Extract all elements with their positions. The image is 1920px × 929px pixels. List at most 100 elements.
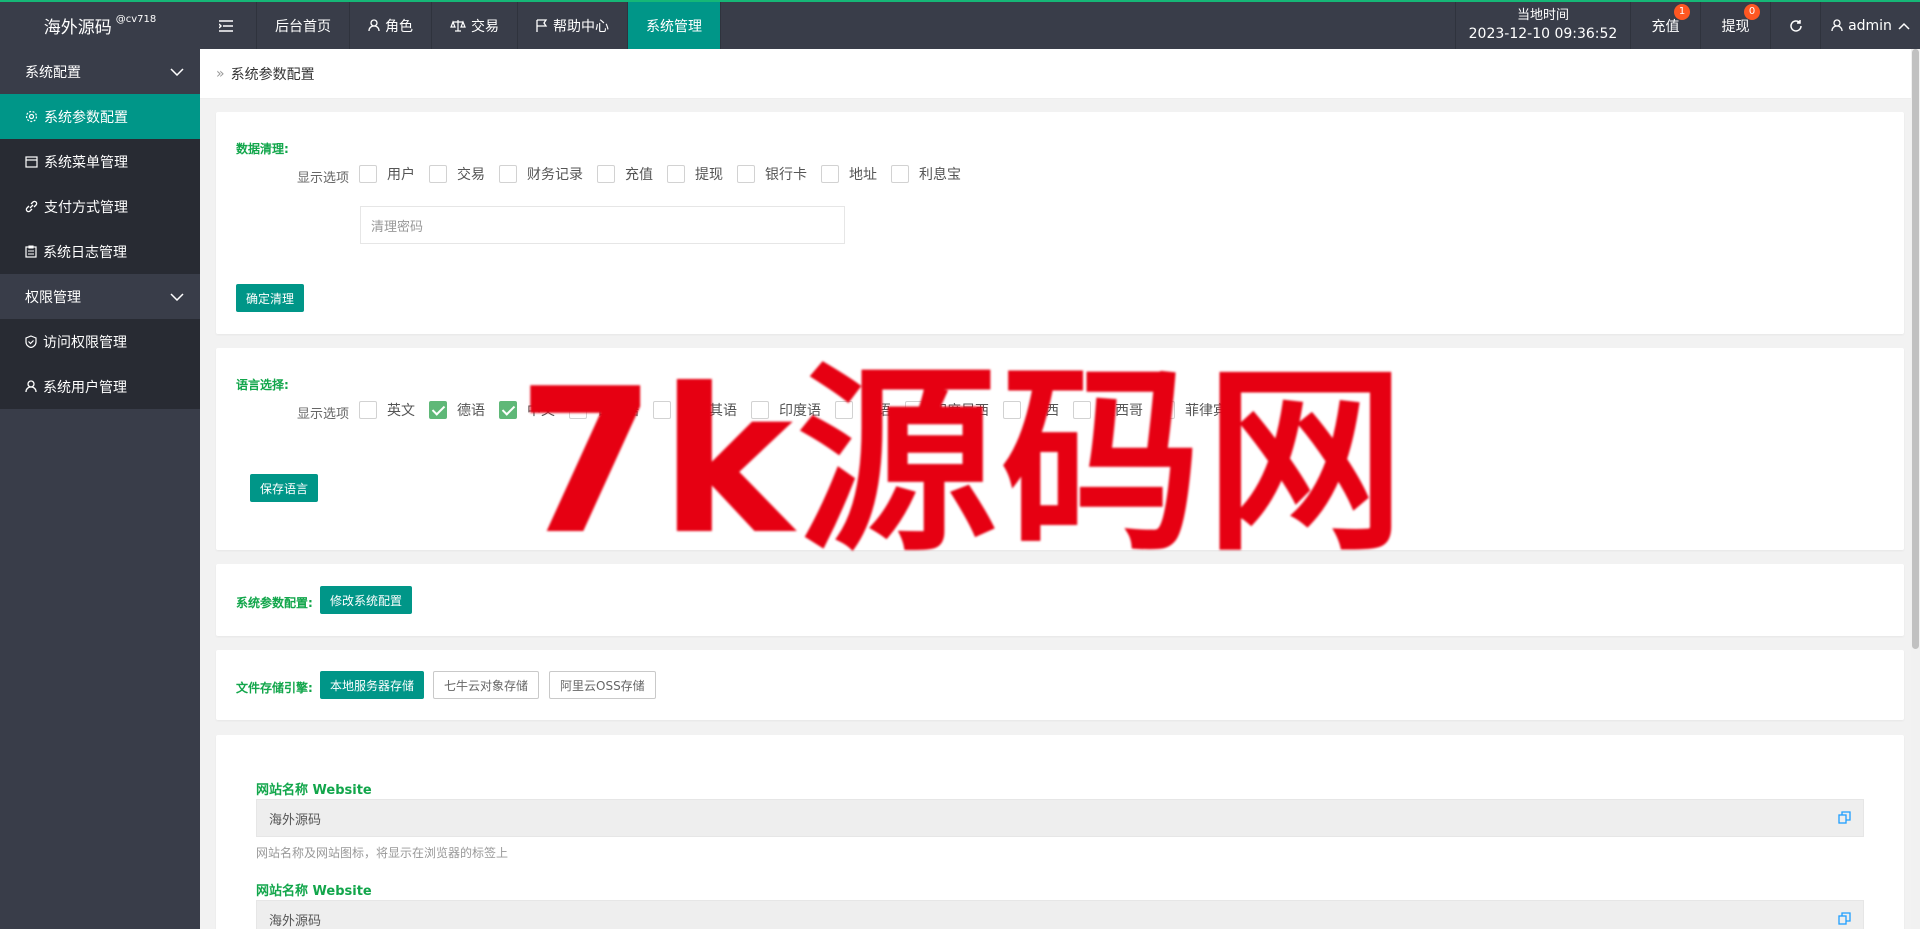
menu-toggle-button[interactable]	[200, 2, 257, 49]
nav-system[interactable]: 系统管理	[628, 2, 721, 49]
clean-password-placeholder: 清理密码	[371, 219, 424, 235]
user-icon	[368, 19, 380, 32]
chevron-up-icon	[1898, 22, 1910, 30]
logo-text: 海外源码	[43, 18, 112, 38]
sidebar-group-permissions[interactable]: 权限管理	[0, 274, 200, 319]
top-bar: 海外源码 @cv718 后台首页 角色 交易 帮助中心 系统管理 当地时间 20…	[0, 0, 1920, 49]
flag-icon	[536, 19, 548, 32]
checkbox-box[interactable]	[667, 165, 685, 183]
sidebar-item-menus[interactable]: 系统菜单管理	[0, 139, 200, 184]
checkbox-trade[interactable]: 交易	[429, 164, 485, 184]
checkbox-withdraw[interactable]: 提现	[667, 164, 723, 184]
logo[interactable]: 海外源码 @cv718	[0, 2, 200, 49]
checkbox-user[interactable]: 用户	[359, 164, 415, 184]
double-chevron-right-icon: »	[216, 65, 225, 82]
language-checkbox[interactable]: 菲律宾	[1157, 400, 1227, 420]
checkbox-address[interactable]: 地址	[821, 164, 877, 184]
website-name-field-2[interactable]: 海外源码	[256, 900, 1864, 929]
user-icon	[25, 380, 37, 393]
copy-icon[interactable]	[1838, 811, 1851, 824]
withdraw-label: 提现	[1721, 18, 1750, 35]
checkbox-box[interactable]	[359, 401, 377, 419]
language-checkbox[interactable]: 墨西哥	[1073, 400, 1143, 420]
language-checkbox[interactable]: 德语	[429, 400, 485, 420]
nav-home[interactable]: 后台首页	[257, 2, 350, 49]
language-checkbox[interactable]: 英文	[359, 400, 415, 420]
checkbox-box[interactable]	[429, 401, 447, 419]
checkbox-finance[interactable]: 财务记录	[499, 164, 583, 184]
checkbox-box[interactable]	[499, 401, 517, 419]
checkbox-label: 充值	[625, 167, 653, 183]
clean-password-input[interactable]: 清理密码	[360, 206, 845, 244]
language-checkbox[interactable]: 土耳其语	[653, 400, 737, 420]
website-name-value-1: 海外源码	[269, 812, 322, 828]
storage-qiniu-button[interactable]: 七牛云对象存储	[433, 671, 540, 699]
checkbox-recharge[interactable]: 充值	[597, 164, 653, 184]
storage-aliyun-button[interactable]: 阿里云OSS存储	[549, 671, 656, 699]
checkbox-label: 英文	[387, 403, 415, 419]
checkbox-box[interactable]	[835, 401, 853, 419]
recharge-button[interactable]: 充值 1	[1630, 2, 1700, 49]
website-name-field-1[interactable]: 海外源码	[256, 799, 1864, 837]
storage-local-button[interactable]: 本地服务器存储	[320, 671, 425, 699]
checkbox-box[interactable]	[737, 165, 755, 183]
scrollbar-thumb[interactable]	[1912, 49, 1919, 649]
confirm-clean-button[interactable]: 确定清理	[236, 284, 305, 312]
checkbox-box[interactable]	[751, 401, 769, 419]
checkbox-box[interactable]	[359, 165, 377, 183]
nav-trade-label: 交易	[471, 18, 499, 35]
nav-help[interactable]: 帮助中心	[518, 2, 628, 49]
checkbox-box[interactable]	[1157, 401, 1175, 419]
checkbox-box[interactable]	[653, 401, 671, 419]
checkbox-box[interactable]	[905, 401, 923, 419]
sidebar-item-params[interactable]: 系统参数配置	[0, 94, 200, 139]
storage-local-label: 本地服务器存储	[330, 678, 415, 693]
language-checkbox[interactable]: 日本語	[569, 400, 639, 420]
sidebar-item-access[interactable]: 访问权限管理	[0, 319, 200, 364]
gear-icon	[25, 110, 38, 123]
checkbox-box[interactable]	[429, 165, 447, 183]
checkbox-label: 德语	[457, 403, 485, 419]
checkbox-box[interactable]	[1073, 401, 1091, 419]
storage-title: 文件存储引擎:	[236, 681, 313, 695]
website-hint-1: 网站名称及网站图标，将显示在浏览器的标签上	[256, 846, 509, 860]
storage-aliyun-label: 阿里云OSS存储	[560, 678, 645, 693]
checkbox-box[interactable]	[821, 165, 839, 183]
withdraw-button[interactable]: 提现 0	[1700, 2, 1770, 49]
checkbox-label: 利息宝	[919, 167, 961, 183]
logo-sup: @cv718	[115, 14, 157, 25]
language-checkbox[interactable]: 巴西	[1003, 400, 1059, 420]
checkbox-box[interactable]	[569, 401, 587, 419]
language-checkbox[interactable]: 印度尼西	[905, 400, 989, 420]
language-checkbox[interactable]: 印度语	[751, 400, 821, 420]
checkbox-box[interactable]	[499, 165, 517, 183]
sidebar-item-payments[interactable]: 支付方式管理	[0, 184, 200, 229]
checkbox-box[interactable]	[597, 165, 615, 183]
save-language-button[interactable]: 保存语言	[250, 474, 319, 502]
checkbox-box[interactable]	[1003, 401, 1021, 419]
checkbox-label: 交易	[457, 167, 485, 183]
nav-trade[interactable]: 交易	[432, 2, 518, 49]
checkbox-box[interactable]	[891, 165, 909, 183]
checkbox-bankcard[interactable]: 银行卡	[737, 164, 807, 184]
nav-role[interactable]: 角色	[350, 2, 432, 49]
user-name: admin	[1848, 17, 1892, 34]
edit-sys-config-button[interactable]: 修改系统配置	[320, 586, 413, 614]
sidebar-group-config[interactable]: 系统配置	[0, 49, 200, 94]
language-checkbox[interactable]: 中文	[499, 400, 555, 420]
save-language-label: 保存语言	[260, 481, 309, 496]
checkbox-interest[interactable]: 利息宝	[891, 164, 961, 184]
website-name-value-2: 海外源码	[269, 913, 322, 929]
refresh-button[interactable]	[1770, 2, 1820, 49]
nav-home-label: 后台首页	[275, 18, 331, 35]
copy-icon[interactable]	[1838, 912, 1851, 925]
sidebar-item-users[interactable]: 系统用户管理	[0, 364, 200, 409]
page-scrollbar[interactable]	[1911, 49, 1920, 929]
storage-qiniu-label: 七牛云对象存储	[444, 678, 529, 693]
nav-system-label: 系统管理	[646, 18, 702, 35]
language-checkbox[interactable]: 韩语	[835, 400, 891, 420]
sidebar-group-label: 权限管理	[25, 289, 81, 306]
data-clean-row-label: 显示选项	[297, 171, 350, 186]
user-menu[interactable]: admin	[1820, 2, 1920, 49]
sidebar-item-logs[interactable]: 系统日志管理	[0, 229, 200, 274]
